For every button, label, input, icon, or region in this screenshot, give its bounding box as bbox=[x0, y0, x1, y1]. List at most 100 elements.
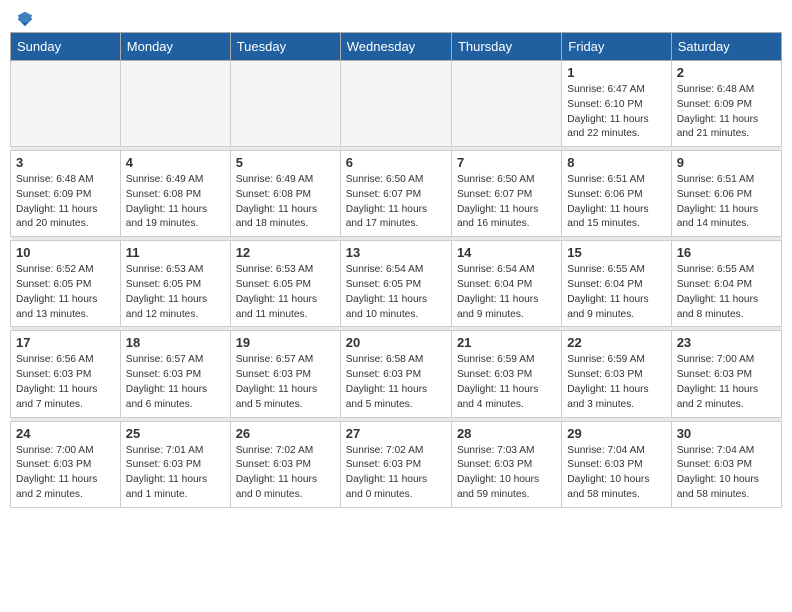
calendar-cell bbox=[120, 61, 230, 147]
day-number: 9 bbox=[677, 155, 776, 170]
day-number: 8 bbox=[567, 155, 665, 170]
calendar-cell: 7 Sunrise: 6:50 AM Sunset: 6:07 PM Daylig… bbox=[451, 151, 561, 237]
calendar-week-row: 10 Sunrise: 6:52 AM Sunset: 6:05 PM Dayli… bbox=[11, 241, 782, 327]
day-info: Sunrise: 6:53 AM Sunset: 6:05 PM Dayligh… bbox=[236, 263, 335, 322]
weekday-header-thursday: Thursday bbox=[451, 33, 561, 61]
day-number: 20 bbox=[346, 335, 446, 350]
calendar-cell: 24 Sunrise: 7:00 AM Sunset: 6:03 PM Dayli… bbox=[11, 421, 121, 507]
day-number: 16 bbox=[677, 245, 776, 260]
day-number: 12 bbox=[236, 245, 335, 260]
day-number: 15 bbox=[567, 245, 665, 260]
day-info: Sunrise: 6:51 AM Sunset: 6:06 PM Dayligh… bbox=[567, 173, 665, 232]
calendar-cell: 8 Sunrise: 6:51 AM Sunset: 6:06 PM Daylig… bbox=[562, 151, 671, 237]
day-number: 11 bbox=[126, 245, 225, 260]
day-info: Sunrise: 7:02 AM Sunset: 6:03 PM Dayligh… bbox=[346, 444, 446, 503]
day-info: Sunrise: 6:52 AM Sunset: 6:05 PM Dayligh… bbox=[16, 263, 115, 322]
calendar-cell: 26 Sunrise: 7:02 AM Sunset: 6:03 PM Dayli… bbox=[230, 421, 340, 507]
day-info: Sunrise: 6:47 AM Sunset: 6:10 PM Dayligh… bbox=[567, 83, 665, 142]
day-number: 7 bbox=[457, 155, 556, 170]
calendar-cell bbox=[11, 61, 121, 147]
day-info: Sunrise: 6:55 AM Sunset: 6:04 PM Dayligh… bbox=[567, 263, 665, 322]
weekday-header-tuesday: Tuesday bbox=[230, 33, 340, 61]
day-info: Sunrise: 6:56 AM Sunset: 6:03 PM Dayligh… bbox=[16, 353, 115, 412]
day-info: Sunrise: 6:58 AM Sunset: 6:03 PM Dayligh… bbox=[346, 353, 446, 412]
day-info: Sunrise: 7:02 AM Sunset: 6:03 PM Dayligh… bbox=[236, 444, 335, 503]
day-info: Sunrise: 6:54 AM Sunset: 6:04 PM Dayligh… bbox=[457, 263, 556, 322]
weekday-header-saturday: Saturday bbox=[671, 33, 781, 61]
day-info: Sunrise: 7:01 AM Sunset: 6:03 PM Dayligh… bbox=[126, 444, 225, 503]
day-info: Sunrise: 6:59 AM Sunset: 6:03 PM Dayligh… bbox=[567, 353, 665, 412]
day-info: Sunrise: 7:04 AM Sunset: 6:03 PM Dayligh… bbox=[677, 444, 776, 503]
calendar-table: SundayMondayTuesdayWednesdayThursdayFrid… bbox=[10, 32, 782, 508]
calendar-cell: 21 Sunrise: 6:59 AM Sunset: 6:03 PM Dayli… bbox=[451, 331, 561, 417]
day-number: 4 bbox=[126, 155, 225, 170]
day-number: 26 bbox=[236, 426, 335, 441]
day-number: 21 bbox=[457, 335, 556, 350]
calendar-cell bbox=[451, 61, 561, 147]
calendar-week-row: 24 Sunrise: 7:00 AM Sunset: 6:03 PM Dayli… bbox=[11, 421, 782, 507]
day-number: 10 bbox=[16, 245, 115, 260]
day-number: 6 bbox=[346, 155, 446, 170]
day-number: 3 bbox=[16, 155, 115, 170]
day-number: 27 bbox=[346, 426, 446, 441]
calendar-cell: 6 Sunrise: 6:50 AM Sunset: 6:07 PM Daylig… bbox=[340, 151, 451, 237]
day-info: Sunrise: 6:48 AM Sunset: 6:09 PM Dayligh… bbox=[16, 173, 115, 232]
day-info: Sunrise: 6:54 AM Sunset: 6:05 PM Dayligh… bbox=[346, 263, 446, 322]
calendar-cell: 10 Sunrise: 6:52 AM Sunset: 6:05 PM Dayli… bbox=[11, 241, 121, 327]
calendar-cell: 1 Sunrise: 6:47 AM Sunset: 6:10 PM Daylig… bbox=[562, 61, 671, 147]
calendar-cell bbox=[230, 61, 340, 147]
calendar-cell: 9 Sunrise: 6:51 AM Sunset: 6:06 PM Daylig… bbox=[671, 151, 781, 237]
calendar-week-row: 3 Sunrise: 6:48 AM Sunset: 6:09 PM Daylig… bbox=[11, 151, 782, 237]
calendar-cell: 25 Sunrise: 7:01 AM Sunset: 6:03 PM Dayli… bbox=[120, 421, 230, 507]
weekday-header-monday: Monday bbox=[120, 33, 230, 61]
day-info: Sunrise: 6:49 AM Sunset: 6:08 PM Dayligh… bbox=[236, 173, 335, 232]
day-info: Sunrise: 6:57 AM Sunset: 6:03 PM Dayligh… bbox=[126, 353, 225, 412]
day-number: 1 bbox=[567, 65, 665, 80]
day-info: Sunrise: 7:03 AM Sunset: 6:03 PM Dayligh… bbox=[457, 444, 556, 503]
page-header bbox=[10, 10, 782, 24]
calendar-cell: 18 Sunrise: 6:57 AM Sunset: 6:03 PM Dayli… bbox=[120, 331, 230, 417]
calendar-week-row: 1 Sunrise: 6:47 AM Sunset: 6:10 PM Daylig… bbox=[11, 61, 782, 147]
calendar-cell: 28 Sunrise: 7:03 AM Sunset: 6:03 PM Dayli… bbox=[451, 421, 561, 507]
day-number: 14 bbox=[457, 245, 556, 260]
weekday-header-wednesday: Wednesday bbox=[340, 33, 451, 61]
day-number: 2 bbox=[677, 65, 776, 80]
day-number: 29 bbox=[567, 426, 665, 441]
logo bbox=[14, 10, 34, 24]
weekday-header-row: SundayMondayTuesdayWednesdayThursdayFrid… bbox=[11, 33, 782, 61]
day-info: Sunrise: 6:50 AM Sunset: 6:07 PM Dayligh… bbox=[346, 173, 446, 232]
day-number: 25 bbox=[126, 426, 225, 441]
calendar-cell: 12 Sunrise: 6:53 AM Sunset: 6:05 PM Dayli… bbox=[230, 241, 340, 327]
calendar-cell bbox=[340, 61, 451, 147]
day-number: 19 bbox=[236, 335, 335, 350]
day-number: 28 bbox=[457, 426, 556, 441]
day-number: 23 bbox=[677, 335, 776, 350]
day-info: Sunrise: 6:59 AM Sunset: 6:03 PM Dayligh… bbox=[457, 353, 556, 412]
weekday-header-sunday: Sunday bbox=[11, 33, 121, 61]
calendar-cell: 4Sunrise: 6:49 AM Sunset: 6:08 PM Daylig… bbox=[120, 151, 230, 237]
day-info: Sunrise: 6:51 AM Sunset: 6:06 PM Dayligh… bbox=[677, 173, 776, 232]
day-number: 5 bbox=[236, 155, 335, 170]
calendar-cell: 17 Sunrise: 6:56 AM Sunset: 6:03 PM Dayli… bbox=[11, 331, 121, 417]
day-number: 17 bbox=[16, 335, 115, 350]
day-info: Sunrise: 7:04 AM Sunset: 6:03 PM Dayligh… bbox=[567, 444, 665, 503]
calendar-cell: 27 Sunrise: 7:02 AM Sunset: 6:03 PM Dayli… bbox=[340, 421, 451, 507]
day-number: 18 bbox=[126, 335, 225, 350]
calendar-cell: 13Sunrise: 6:54 AM Sunset: 6:05 PM Dayli… bbox=[340, 241, 451, 327]
day-number: 24 bbox=[16, 426, 115, 441]
calendar-cell: 5 Sunrise: 6:49 AM Sunset: 6:08 PM Daylig… bbox=[230, 151, 340, 237]
calendar-cell: 20 Sunrise: 6:58 AM Sunset: 6:03 PM Dayli… bbox=[340, 331, 451, 417]
day-number: 22 bbox=[567, 335, 665, 350]
day-info: Sunrise: 7:00 AM Sunset: 6:03 PM Dayligh… bbox=[677, 353, 776, 412]
day-info: Sunrise: 6:57 AM Sunset: 6:03 PM Dayligh… bbox=[236, 353, 335, 412]
day-info: Sunrise: 6:53 AM Sunset: 6:05 PM Dayligh… bbox=[126, 263, 225, 322]
weekday-header-friday: Friday bbox=[562, 33, 671, 61]
calendar-cell: 14 Sunrise: 6:54 AM Sunset: 6:04 PM Dayli… bbox=[451, 241, 561, 327]
day-info: Sunrise: 6:50 AM Sunset: 6:07 PM Dayligh… bbox=[457, 173, 556, 232]
calendar-cell: 3 Sunrise: 6:48 AM Sunset: 6:09 PM Daylig… bbox=[11, 151, 121, 237]
calendar-cell: 22 Sunrise: 6:59 AM Sunset: 6:03 PM Dayli… bbox=[562, 331, 671, 417]
calendar-cell: 2Sunrise: 6:48 AM Sunset: 6:09 PM Daylig… bbox=[671, 61, 781, 147]
calendar-cell: 30Sunrise: 7:04 AM Sunset: 6:03 PM Dayli… bbox=[671, 421, 781, 507]
day-info: Sunrise: 7:00 AM Sunset: 6:03 PM Dayligh… bbox=[16, 444, 115, 503]
calendar-cell: 29 Sunrise: 7:04 AM Sunset: 6:03 PM Dayli… bbox=[562, 421, 671, 507]
